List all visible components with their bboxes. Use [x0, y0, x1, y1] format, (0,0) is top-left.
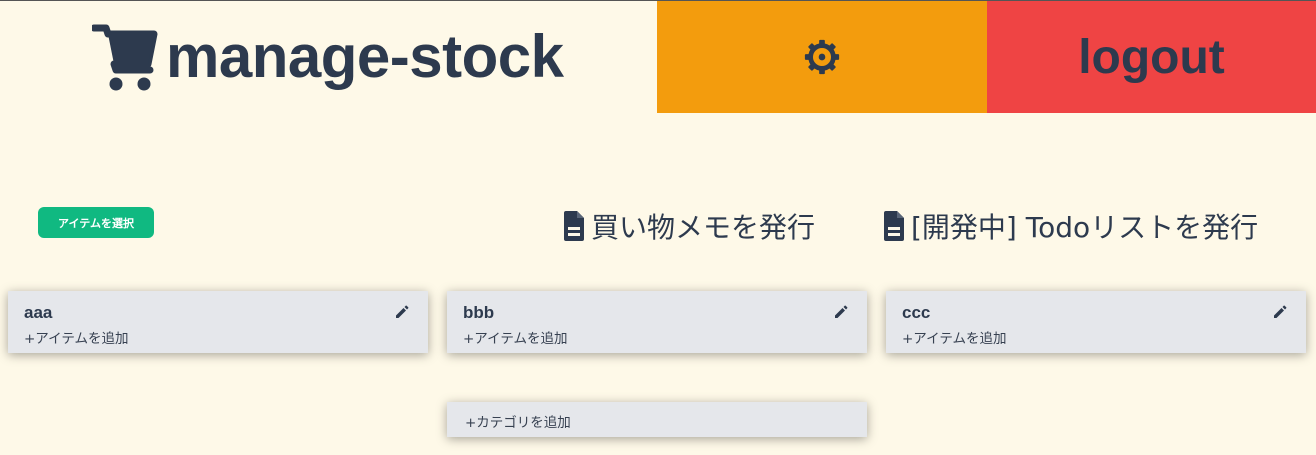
issue-todo-list-label: [開発中] Todoリストを発行	[911, 211, 1259, 244]
category-card: ccc +アイテムを追加	[886, 291, 1306, 353]
add-item-link[interactable]: +アイテムを追加	[902, 327, 1006, 347]
category-name: aaa	[24, 303, 53, 322]
select-items-button[interactable]: アイテムを選択	[38, 207, 154, 238]
file-document-icon	[883, 210, 905, 242]
pencil-icon[interactable]	[833, 304, 849, 320]
category-card: aaa +アイテムを追加	[8, 291, 428, 353]
add-item-link[interactable]: +アイテムを追加	[24, 327, 128, 347]
gear-icon	[804, 39, 840, 75]
add-item-link[interactable]: +アイテムを追加	[463, 327, 567, 347]
category-name: bbb	[463, 303, 495, 322]
app-title: manage-stock	[166, 23, 564, 90]
brand-home-link[interactable]: manage-stock	[90, 19, 564, 95]
add-category-button[interactable]: +カテゴリを追加	[447, 402, 867, 437]
issue-shopping-memo-button[interactable]: 買い物メモを発行	[563, 206, 815, 246]
file-document-icon	[563, 210, 585, 242]
issue-todo-list-button[interactable]: [開発中] Todoリストを発行	[883, 206, 1258, 246]
logout-button[interactable]: logout	[987, 1, 1316, 113]
category-card: bbb +アイテムを追加	[447, 291, 867, 353]
issue-shopping-memo-label: 買い物メモを発行	[591, 211, 816, 244]
pencil-icon[interactable]	[1272, 304, 1288, 320]
category-name: ccc	[902, 303, 931, 322]
add-category-label: +カテゴリを追加	[465, 415, 571, 431]
settings-button[interactable]	[657, 1, 987, 113]
pencil-icon[interactable]	[394, 304, 410, 320]
app-header: manage-stock logout	[0, 1, 1316, 113]
shopping-cart-icon	[90, 22, 158, 92]
